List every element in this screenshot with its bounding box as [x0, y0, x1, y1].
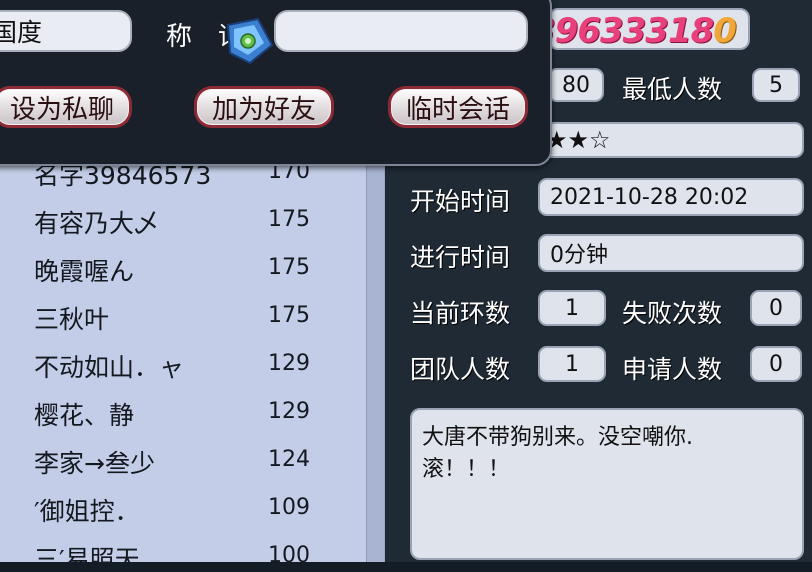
title-field [274, 10, 528, 52]
team-level-field: 80 [548, 68, 604, 102]
current-round-field: 1 [538, 290, 606, 326]
start-time-field: 2021-10-28 20:02 [538, 178, 804, 216]
applicants-label: 申请人数 [622, 355, 723, 384]
bottom-strip [0, 562, 812, 572]
member-row[interactable]: 三秋叶 175 [0, 294, 384, 342]
team-size-label: 团队人数 [410, 355, 511, 384]
member-name: 晚霞喔ん [34, 257, 135, 286]
title-badge-icon [220, 17, 276, 67]
team-id-digits: 396333180 [548, 11, 737, 50]
member-row[interactable]: 有容乃大乄 175 [0, 198, 384, 246]
applicants-field: 0 [750, 346, 802, 382]
fail-count-label: 失败次数 [622, 299, 723, 328]
member-score: 175 [268, 207, 310, 232]
member-name: 三′易照天 [34, 545, 140, 562]
member-name: ′御姐控． [34, 497, 140, 526]
fail-count-field: 0 [750, 290, 802, 326]
team-id-digit-last: 0 [713, 11, 737, 50]
team-id-digits-main: 39633318 [548, 11, 714, 50]
member-row[interactable]: 李家→叁少 124 [0, 438, 384, 486]
member-score: 124 [268, 447, 310, 472]
current-round-label: 当前环数 [410, 299, 511, 328]
team-size-field: 1 [538, 346, 606, 382]
member-row[interactable]: 晚霞喔ん 175 [0, 246, 384, 294]
member-name: 不动如山．ャ [34, 353, 185, 382]
min-members-field: 5 [752, 68, 800, 102]
member-score: 109 [268, 495, 310, 520]
member-name: 李家→叁少 [34, 449, 155, 478]
member-name: 樱花、静 [34, 401, 135, 430]
set-private-chat-button[interactable]: 设为私聊 [0, 86, 132, 128]
member-row[interactable]: ′御姐控． 109 [0, 486, 384, 534]
member-score: 175 [268, 255, 310, 280]
member-name: 有容乃大乄 [34, 209, 160, 238]
difficulty-stars-field: ★★☆ [540, 122, 804, 158]
add-friend-button[interactable]: 加为好友 [194, 86, 334, 128]
team-notice-box: 大唐不带狗别来。没空嘲你. 滚！！！ [410, 408, 804, 560]
member-row[interactable]: 樱花、静 129 [0, 390, 384, 438]
temp-chat-button[interactable]: 临时会话 [388, 86, 528, 128]
member-row[interactable]: 三′易照天 100 [0, 534, 384, 562]
member-score: 100 [268, 543, 310, 562]
country-value: 国度 [0, 18, 43, 47]
member-score: 175 [268, 303, 310, 328]
country-field: 国度 [0, 10, 132, 52]
member-score: 129 [268, 351, 310, 376]
member-row[interactable]: 不动如山．ャ 129 [0, 342, 384, 390]
player-info-popup: 国度 称 谓 设为私聊 加为好友 临时会话 [0, 0, 552, 166]
member-score: 129 [268, 399, 310, 424]
elapsed-time-label: 进行时间 [410, 243, 511, 272]
team-id-display: 396333180 [548, 8, 750, 50]
min-members-label: 最低人数 [622, 75, 723, 104]
start-time-label: 开始时间 [410, 187, 511, 216]
member-name: 三秋叶 [34, 305, 110, 334]
elapsed-time-field: 0分钟 [538, 234, 804, 272]
